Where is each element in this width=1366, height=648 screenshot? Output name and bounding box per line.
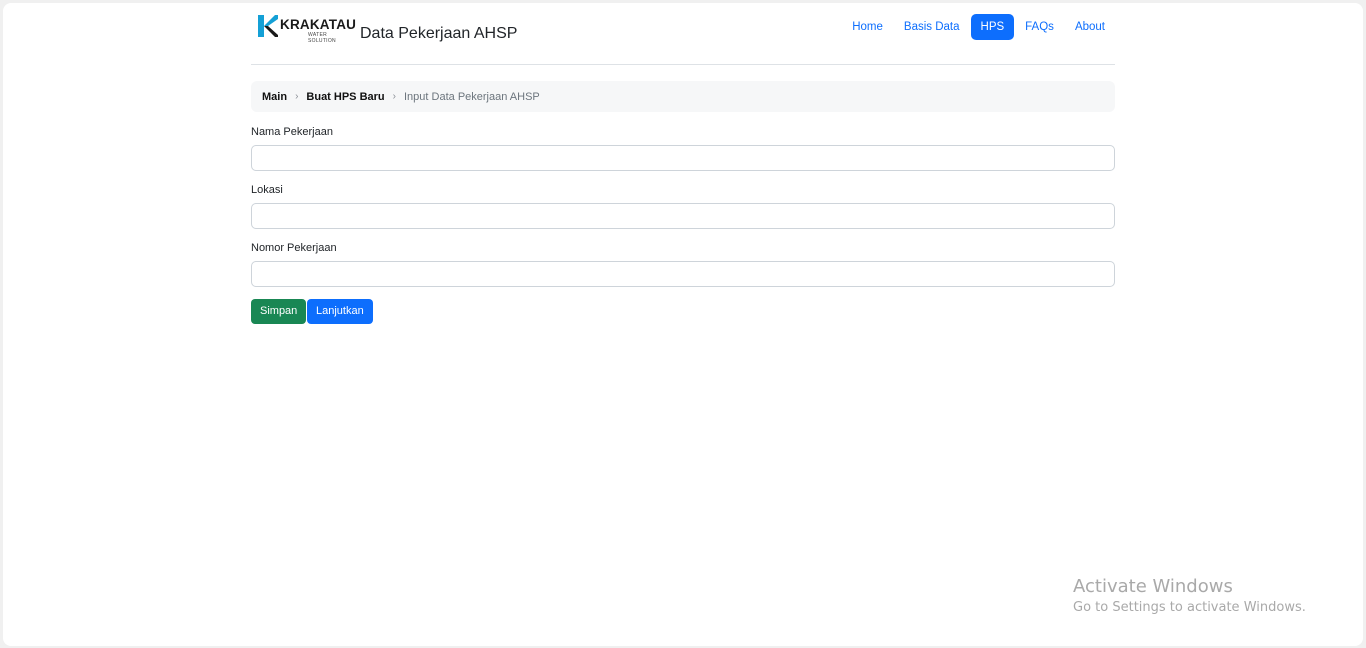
page: KRAKATAU WATER SOLUTION Data Pekerjaan A… bbox=[3, 3, 1363, 646]
lokasi-input[interactable] bbox=[251, 203, 1115, 229]
nama-pekerjaan-label: Nama Pekerjaan bbox=[251, 126, 333, 138]
breadcrumb-current: Input Data Pekerjaan AHSP bbox=[404, 90, 540, 103]
nav-faqs[interactable]: FAQs bbox=[1015, 14, 1064, 40]
save-button[interactable]: Simpan bbox=[251, 299, 307, 324]
breadcrumb-main[interactable]: Main bbox=[262, 91, 287, 103]
nama-pekerjaan-input[interactable] bbox=[251, 145, 1115, 171]
breadcrumb-buat-hps-baru[interactable]: Buat HPS Baru bbox=[306, 91, 384, 103]
brand-logo[interactable]: KRAKATAU WATER SOLUTION bbox=[258, 15, 356, 44]
watermark-subtitle: Go to Settings to activate Windows. bbox=[1073, 600, 1306, 615]
continue-button[interactable]: Lanjutkan bbox=[307, 299, 373, 324]
app-title: Data Pekerjaan AHSP bbox=[360, 25, 518, 42]
nomor-pekerjaan-input[interactable] bbox=[251, 261, 1115, 287]
nav-hps[interactable]: HPS bbox=[970, 14, 1015, 40]
watermark-title: Activate Windows bbox=[1073, 576, 1233, 597]
nav-basis-data[interactable]: Basis Data bbox=[894, 14, 970, 40]
logo-subtext: WATER SOLUTION bbox=[308, 32, 336, 44]
chevron-right-icon: › bbox=[295, 91, 299, 102]
logo-text: KRAKATAU bbox=[280, 17, 357, 32]
nav-about[interactable]: About bbox=[1065, 14, 1115, 40]
nav-home[interactable]: Home bbox=[842, 14, 893, 40]
breadcrumb: Main › Buat HPS Baru › Input Data Pekerj… bbox=[251, 81, 1115, 112]
windows-activation-watermark: Activate Windows Go to Settings to activ… bbox=[1073, 576, 1306, 615]
header: KRAKATAU WATER SOLUTION Data Pekerjaan A… bbox=[251, 3, 1115, 65]
main-nav: Home Basis Data HPS FAQs About bbox=[841, 14, 1115, 40]
lokasi-label: Lokasi bbox=[251, 184, 283, 196]
main-container: KRAKATAU WATER SOLUTION Data Pekerjaan A… bbox=[251, 3, 1115, 324]
krakatau-logo-icon bbox=[258, 15, 278, 37]
chevron-right-icon: › bbox=[392, 91, 396, 102]
nomor-pekerjaan-label: Nomor Pekerjaan bbox=[251, 242, 337, 254]
